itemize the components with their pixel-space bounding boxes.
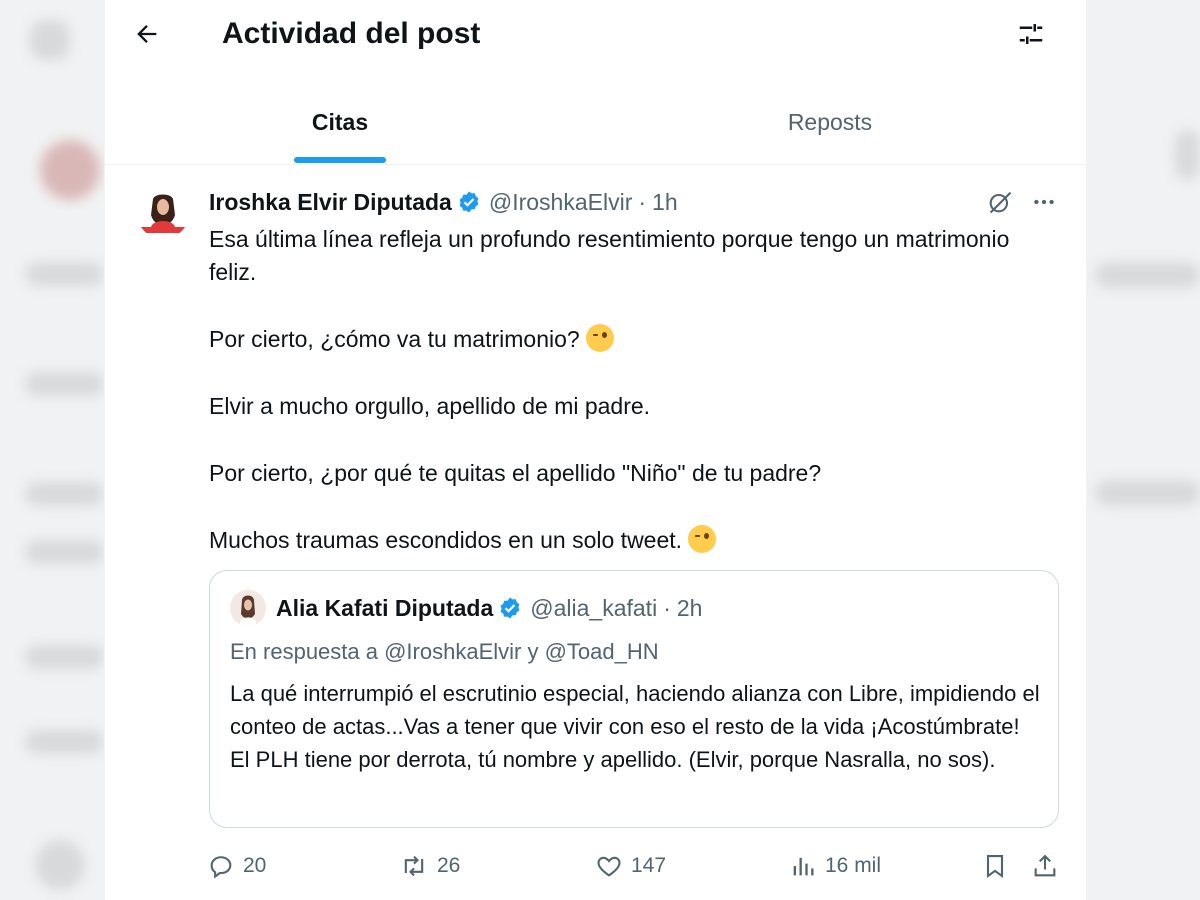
reply-icon xyxy=(210,856,232,879)
quote-post[interactable]: Iroshka Elvir Diputada @IroshkaElvir · 1… xyxy=(105,165,1086,900)
reply-button[interactable]: 20 xyxy=(207,848,266,884)
tab-label: Reposts xyxy=(787,109,873,135)
reply-count: 20 xyxy=(243,854,267,877)
blurred-text xyxy=(25,262,104,286)
heart-icon xyxy=(597,856,621,877)
active-tab-indicator xyxy=(294,157,386,163)
blurred-icon xyxy=(30,20,70,60)
post-paragraph: Elvir a mucho orgullo, apellido de mi pa… xyxy=(209,390,1059,423)
post-paragraph: Por cierto, ¿cómo va tu matrimonio? xyxy=(209,323,1059,356)
blurred-background-right xyxy=(1085,0,1200,900)
winking-face-emoji xyxy=(688,525,717,553)
top-header: Actividad del post xyxy=(105,0,1086,72)
replying-to: En respuesta a @IroshkaElvir y @Toad_HN xyxy=(230,639,659,664)
blurred-text xyxy=(1175,130,1200,180)
verified-badge-icon xyxy=(498,596,522,620)
post-paragraph: Muchos traumas escondidos en un solo twe… xyxy=(209,524,1059,557)
blurred-text xyxy=(25,730,104,754)
post-time[interactable]: 1h xyxy=(652,189,678,216)
like-button[interactable]: 147 xyxy=(595,848,666,884)
blurred-text xyxy=(25,540,104,564)
repost-button[interactable]: 26 xyxy=(399,848,460,884)
blurred-background-left xyxy=(0,0,104,900)
blurred-text xyxy=(25,482,104,506)
tab-reposts[interactable]: Reposts xyxy=(745,90,915,164)
avatar[interactable] xyxy=(137,187,189,239)
quoted-post-time[interactable]: 2h xyxy=(677,595,703,622)
sliders-icon xyxy=(1016,19,1046,54)
filter-button[interactable] xyxy=(1011,16,1051,56)
repost-count: 26 xyxy=(437,854,461,877)
avatar[interactable] xyxy=(230,590,266,626)
blurred-text xyxy=(25,645,104,669)
grok-button[interactable] xyxy=(983,187,1017,221)
winking-face-emoji xyxy=(585,324,614,352)
blurred-text xyxy=(25,372,104,396)
more-dots-icon xyxy=(1031,189,1057,220)
views-button[interactable]: 16 mil xyxy=(789,848,881,884)
back-button[interactable] xyxy=(127,16,167,56)
views-chart-icon xyxy=(793,857,814,876)
verified-badge-icon xyxy=(457,190,481,214)
bookmark-button[interactable] xyxy=(981,848,1017,884)
more-options-button[interactable] xyxy=(1027,187,1061,221)
post-header: Iroshka Elvir Diputada @IroshkaElvir · 1… xyxy=(209,185,678,219)
post-text: Elvir a mucho orgullo, apellido de mi pa… xyxy=(209,393,651,419)
grok-icon xyxy=(986,188,1014,221)
repost-icon xyxy=(404,855,424,877)
blurred-avatar xyxy=(40,140,100,200)
quoted-post-card[interactable]: Alia Kafati Diputada @alia_kafati · 2h E… xyxy=(209,570,1059,828)
post-activity-panel: Actividad del post Citas Reposts Iroshka… xyxy=(104,0,1087,900)
share-icon xyxy=(1034,854,1056,877)
arrow-left-icon xyxy=(133,20,161,53)
separator-dot: · xyxy=(638,188,647,215)
blurred-avatar xyxy=(35,840,85,890)
blurred-text xyxy=(1095,480,1200,506)
post-paragraph: Esa última línea refleja un profundo res… xyxy=(209,223,1059,289)
quoted-post-text: La qué interrumpió el escrutinio especia… xyxy=(230,681,1040,772)
quoted-author-name[interactable]: Alia Kafati Diputada xyxy=(276,595,493,622)
blurred-text xyxy=(1095,262,1200,288)
post-body: Esa última línea refleja un profundo res… xyxy=(209,223,1059,557)
tab-citas[interactable]: Citas xyxy=(255,90,425,164)
tab-label: Citas xyxy=(311,109,369,135)
view-count: 16 mil xyxy=(825,854,882,877)
action-bar: 20 26 147 16 mil xyxy=(207,848,1067,884)
post-text: Por cierto, ¿por qué te quitas el apelli… xyxy=(209,460,822,486)
quoted-post-header: Alia Kafati Diputada @alia_kafati · 2h xyxy=(230,589,702,627)
author-name[interactable]: Iroshka Elvir Diputada xyxy=(209,189,452,216)
share-button[interactable] xyxy=(1031,848,1067,884)
post-text: Esa última línea refleja un profundo res… xyxy=(209,226,1010,285)
bookmark-icon xyxy=(986,855,1004,878)
author-handle[interactable]: @IroshkaElvir xyxy=(489,189,633,216)
separator-dot: · xyxy=(663,594,671,621)
post-paragraph: Por cierto, ¿por qué te quitas el apelli… xyxy=(209,457,1059,490)
tab-bar: Citas Reposts xyxy=(105,90,1086,165)
post-text: Por cierto, ¿cómo va tu matrimonio? xyxy=(209,326,580,352)
quoted-author-handle[interactable]: @alia_kafati xyxy=(530,595,657,622)
like-count: 147 xyxy=(631,854,667,877)
post-text: Muchos traumas escondidos en un solo twe… xyxy=(209,527,683,553)
page-title: Actividad del post xyxy=(222,17,481,50)
